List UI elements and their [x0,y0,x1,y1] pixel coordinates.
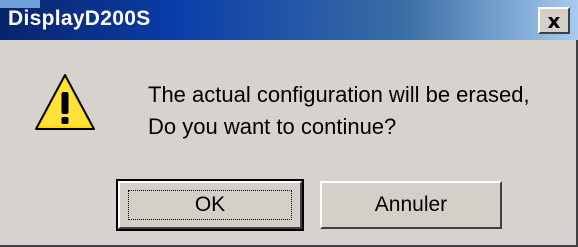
close-button[interactable]: x [538,7,570,34]
dialog-message: The actual configuration will be erased,… [148,79,530,143]
dialog-window: DisplayD200S x The actual configuration … [0,0,578,247]
focus-indicator [128,190,292,220]
close-icon: x [547,8,561,33]
cancel-button[interactable]: Annuler [320,181,502,229]
message-line-2: Do you want to continue? [148,114,397,139]
cancel-button-label: Annuler [374,193,448,216]
window-title: DisplayD200S [8,7,151,30]
title-bar[interactable]: DisplayD200S x [0,0,578,40]
message-line-1: The actual configuration will be erased, [148,82,530,107]
warning-icon [35,74,95,130]
ok-button[interactable]: OK [116,179,304,231]
